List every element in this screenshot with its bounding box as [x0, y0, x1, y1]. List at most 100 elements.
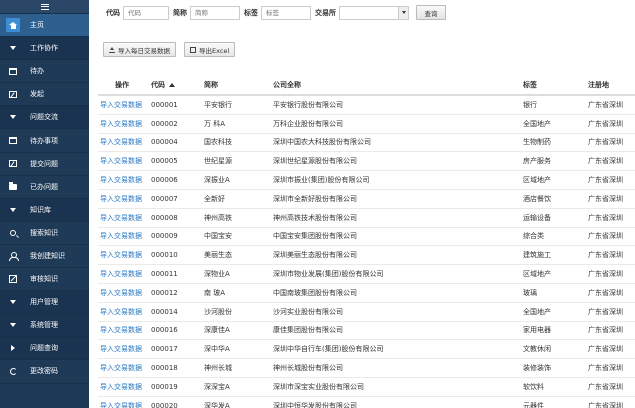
sidebar-item-search[interactable]: 搜索知识	[0, 222, 89, 245]
sidebar-item-todo[interactable]: 待办	[0, 60, 89, 84]
cell-action-link[interactable]: 导入交易数据	[98, 231, 151, 241]
cell-tag: 建筑施工	[523, 251, 551, 260]
cell-action-link[interactable]: 导入交易数据	[98, 175, 151, 185]
cell-action-link[interactable]: 导入交易数据	[98, 382, 151, 392]
header-code[interactable]: 代码	[151, 80, 204, 90]
cell-action-link[interactable]: 导入交易数据	[98, 401, 151, 408]
sidebar-item-label: 发起	[30, 90, 44, 99]
exchange-label: 交易所	[315, 8, 336, 17]
user-icon	[6, 249, 20, 263]
cell-action-link[interactable]: 导入交易数据	[98, 269, 151, 279]
sidebar-item-pending[interactable]: 待办事项	[0, 129, 89, 153]
cell-tag: 房产服务	[523, 157, 551, 166]
cell-action-link[interactable]: 导入交易数据	[98, 213, 151, 223]
table-row: 导入交易数据 000009 中国宝安 中国宝安集团股份有限公司 综合类 广东省深圳	[98, 228, 635, 247]
cell-company-name: 深圳市振业(集团)股份有限公司	[273, 176, 370, 185]
cell-action-link[interactable]: 导入交易数据	[98, 325, 151, 335]
sidebar-item-review[interactable]: 审核知识	[0, 268, 89, 292]
cell-tag: 软饮料	[523, 382, 544, 391]
cell-short-name: 深振业A	[204, 176, 230, 185]
sidebar-item-qa[interactable]: 问题交流	[0, 106, 89, 130]
exchange-select[interactable]	[339, 5, 409, 20]
short-name-input[interactable]	[190, 5, 240, 20]
sidebar-menu: 主页工作协作待办发起问题交流 待办事项 提交问题 已办问题知识库搜索知识 我创建知识 审核…	[0, 14, 89, 384]
calendar-icon	[6, 64, 20, 78]
cell-action-link[interactable]: 导入交易数据	[98, 363, 151, 373]
cell-code: 000002	[151, 119, 178, 128]
table-row: 导入交易数据 000018 神州长城 神州长城股份有限公司 装修装饰 广东省深圳	[98, 359, 635, 378]
cell-registered-location: 广东省深圳	[588, 382, 623, 391]
caret-right-icon	[6, 341, 20, 355]
menu-toggle[interactable]	[0, 0, 89, 14]
stock-table: 操作 代码 简称 公司全称 标签 注册地 导入交易数据 000001 平安银行 平安银…	[98, 76, 635, 408]
caret-down-icon	[6, 295, 20, 309]
cell-action-link[interactable]: 导入交易数据	[98, 250, 151, 260]
sidebar-item-system[interactable]: 系统管理	[0, 314, 89, 338]
cell-tag: 元器件	[523, 401, 544, 408]
caret-down-icon-glyph	[10, 300, 16, 305]
table-row: 导入交易数据 000011 深物业A 深圳市物业发展(集团)股份有限公司 区域地产 广东省…	[98, 265, 635, 284]
calendar-icon	[6, 134, 20, 148]
export-excel-button[interactable]: 导出Excel	[184, 42, 236, 57]
sidebar-item-label: 知识库	[30, 205, 51, 214]
cell-tag: 酒店餐饮	[523, 194, 551, 203]
sort-ascending-icon[interactable]	[169, 83, 175, 87]
sidebar-item-mine[interactable]: 我创建知识	[0, 245, 89, 269]
cell-registered-location: 广东省深圳	[588, 232, 623, 241]
sidebar-item-submit[interactable]: 提交问题	[0, 153, 89, 176]
cell-short-name: 神州长城	[204, 364, 232, 373]
cell-tag: 银行	[523, 100, 537, 109]
sidebar-item-home[interactable]: 主页	[0, 14, 89, 38]
header-code-label: 代码	[151, 81, 165, 89]
cell-action-link[interactable]: 导入交易数据	[98, 344, 151, 354]
cell-company-name: 中国南玻集团股份有限公司	[273, 288, 357, 297]
sidebar-item-done[interactable]: 已办问题	[0, 176, 89, 199]
sidebar-item-label: 工作协作	[30, 44, 58, 53]
cell-action-link[interactable]: 导入交易数据	[98, 288, 151, 298]
cell-short-name: 神州高铁	[204, 213, 232, 222]
search-icon	[6, 226, 20, 240]
header-short-name: 简称	[204, 81, 218, 89]
house-icon-glyph	[9, 21, 17, 29]
sidebar-item-users[interactable]: 用户管理	[0, 291, 89, 315]
cell-action-link[interactable]: 导入交易数据	[98, 137, 151, 147]
exchange-dropdown-button[interactable]	[398, 6, 408, 19]
folder-icon-glyph	[9, 181, 17, 190]
tag-input[interactable]	[261, 5, 311, 20]
caret-down-icon	[6, 318, 20, 332]
cell-action-link[interactable]: 导入交易数据	[98, 194, 151, 204]
table-row: 导入交易数据 000001 平安银行 平安银行股份有限公司 银行 广东省深圳	[98, 96, 635, 115]
table-row: 导入交易数据 000004 国农科技 深圳中国农大科技股份有限公司 生物制药 广东省深圳	[98, 134, 635, 153]
table-row: 导入交易数据 000019 深深宝A 深圳市深宝实业股份有限公司 软饮料 广东省深圳	[98, 378, 635, 397]
sidebar-item-password[interactable]: 更改密码	[0, 360, 89, 384]
cell-company-name: 深圳中恒华发股份有限公司	[273, 401, 357, 408]
cell-registered-location: 广东省深圳	[588, 326, 623, 335]
cell-action-link[interactable]: 导入交易数据	[98, 307, 151, 317]
cell-tag: 综合类	[523, 232, 544, 241]
cell-registered-location: 广东省深圳	[588, 100, 623, 109]
query-button[interactable]: 查询	[416, 5, 446, 20]
cell-tag: 生物制药	[523, 138, 551, 147]
sidebar: 主页工作协作待办发起问题交流 待办事项 提交问题 已办问题知识库搜索知识 我创建知识 审核…	[0, 0, 89, 408]
table-row: 导入交易数据 000014 沙河股份 沙河实业股份有限公司 全国地产 广东省深圳	[98, 303, 635, 322]
sidebar-item-work[interactable]: 工作协作	[0, 37, 89, 61]
code-input[interactable]	[123, 5, 169, 20]
hamburger-icon[interactable]	[40, 3, 49, 10]
cell-action-link[interactable]: 导入交易数据	[98, 100, 151, 110]
cell-short-name: 美丽生态	[204, 251, 232, 260]
cell-action-link[interactable]: 导入交易数据	[98, 119, 151, 129]
short-name-label: 简称	[173, 8, 187, 17]
sidebar-item-label: 系统管理	[30, 321, 58, 330]
cell-code: 000004	[151, 138, 178, 147]
cell-registered-location: 广东省深圳	[588, 364, 623, 373]
import-daily-data-button[interactable]: 导入每日交易数据	[103, 42, 176, 57]
cell-action-link[interactable]: 导入交易数据	[98, 156, 151, 166]
sidebar-item-query[interactable]: 问题查询	[0, 337, 89, 361]
cell-company-name: 平安银行股份有限公司	[273, 100, 343, 109]
caret-down-icon-glyph	[10, 207, 16, 212]
edit-icon-glyph	[9, 275, 17, 284]
cell-code: 000012	[151, 288, 178, 297]
sidebar-item-initiate[interactable]: 发起	[0, 83, 89, 107]
sidebar-item-kb[interactable]: 知识库	[0, 198, 89, 222]
pen-icon-glyph	[9, 160, 17, 168]
